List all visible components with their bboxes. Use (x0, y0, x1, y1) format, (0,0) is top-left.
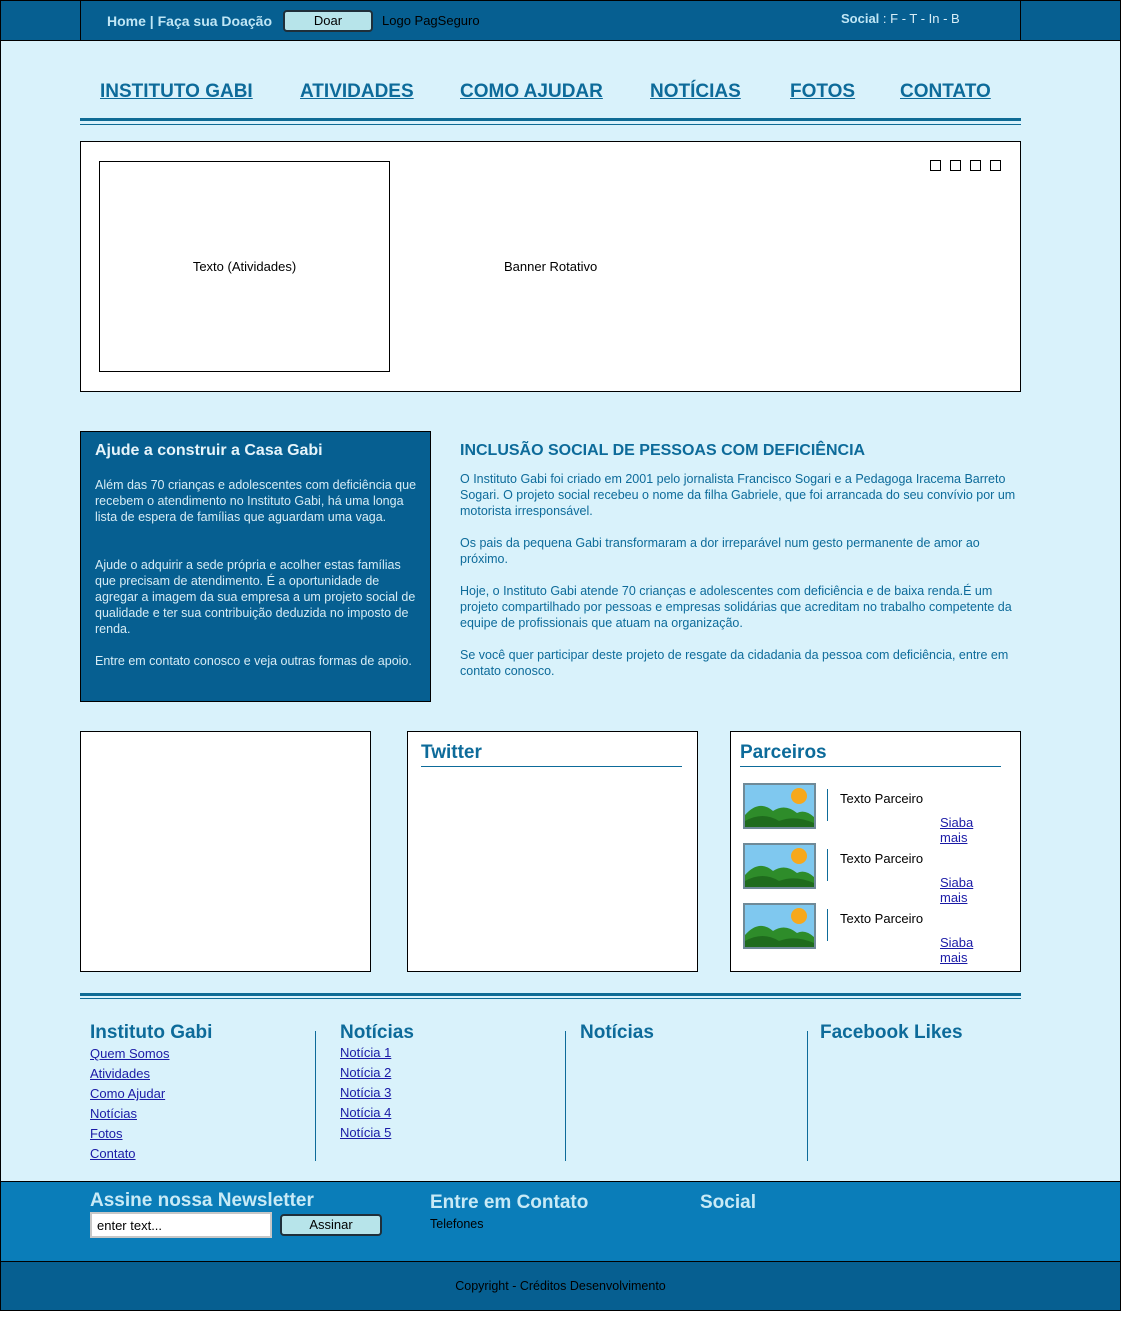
banner-text-box: Texto (Atividades) (99, 161, 390, 372)
partner-more-link[interactable]: Siaba mais (940, 875, 1003, 905)
top-links: Home | Faça sua Doação (107, 13, 272, 29)
partners-box: Parceiros Texto Parceiro Siaba mais Text… (730, 731, 1021, 972)
inclusion-paragraph-2: Os pais da pequena Gabi transformaram a … (460, 536, 980, 566)
empty-box (80, 731, 371, 972)
footer-link-noticias[interactable]: Notícias (90, 1106, 137, 1121)
partner-text: Texto Parceiro (840, 791, 924, 806)
newsletter-subscribe-button[interactable]: Assinar (280, 1214, 382, 1236)
banner-dot-1[interactable] (930, 160, 941, 171)
help-box: Ajude a construir a Casa Gabi Além das 7… (80, 431, 431, 702)
help-title: Ajude a construir a Casa Gabi (95, 442, 323, 459)
footer-divider-thin (80, 998, 1021, 999)
top-links-separator: | (149, 13, 154, 29)
partner-item: Texto Parceiro Siaba mais (743, 903, 1003, 965)
newsletter-bar: Assine nossa Newsletter Assinar Entre em… (1, 1181, 1120, 1261)
partner-separator (827, 789, 828, 821)
footer-divider (80, 993, 1021, 996)
nav-contato[interactable]: CONTATO (900, 81, 991, 103)
rotating-banner: Texto (Atividades) Banner Rotativo (80, 141, 1021, 392)
footer-col-separator (315, 1031, 316, 1161)
banner-dot-2[interactable] (950, 160, 961, 171)
footer-col3-title: Notícias (580, 1022, 654, 1043)
partners-title: Parceiros (740, 742, 827, 763)
twitter-box: Twitter (407, 731, 698, 972)
donate-button[interactable]: Doar (283, 10, 373, 32)
footer-link-quem-somos[interactable]: Quem Somos (90, 1046, 169, 1061)
copyright-text: Copyright - Créditos Desenvolvimento (455, 1279, 666, 1293)
partner-item: Texto Parceiro Siaba mais (743, 843, 1003, 905)
partner-separator (827, 909, 828, 941)
contact-title: Entre em Contato (430, 1192, 589, 1213)
footer-link-contato[interactable]: Contato (90, 1146, 136, 1161)
footer-link-como-ajudar[interactable]: Como Ajudar (90, 1086, 165, 1101)
partner-text: Texto Parceiro (840, 851, 924, 866)
image-placeholder-icon (743, 783, 816, 829)
partner-text: Texto Parceiro (840, 911, 924, 926)
social-footer-title: Social (700, 1192, 756, 1213)
inclusion-title: INCLUSÃO SOCIAL DE PESSOAS COM DEFICIÊNC… (460, 442, 866, 459)
help-paragraph-1: Além das 70 crianças e adolescentes com … (95, 478, 417, 524)
footer-col4-title: Facebook Likes (820, 1022, 963, 1043)
footer-news-link-1[interactable]: Notícia 1 (340, 1045, 391, 1060)
footer-news-link-5[interactable]: Notícia 5 (340, 1125, 391, 1140)
banner-dot-4[interactable] (990, 160, 1001, 171)
footer-news-link-3[interactable]: Notícia 3 (340, 1085, 391, 1100)
banner-label: Banner Rotativo (504, 259, 598, 274)
partners-title-rule (740, 766, 1001, 767)
twitter-title: Twitter (421, 742, 482, 763)
nav-instituto-gabi[interactable]: INSTITUTO GABI (100, 81, 253, 103)
social-top-links[interactable]: : F - T - In - B (883, 11, 960, 26)
footer-link-atividades[interactable]: Atividades (90, 1066, 150, 1081)
footer-news-link-2[interactable]: Notícia 2 (340, 1065, 391, 1080)
image-placeholder-icon (743, 903, 816, 949)
social-top: Social : F - T - In - B (841, 11, 960, 26)
nav-atividades[interactable]: ATIVIDADES (300, 81, 414, 103)
top-bar: Home | Faça sua Doação Doar Logo PagSegu… (1, 1, 1120, 41)
partner-separator (827, 849, 828, 881)
banner-dot-3[interactable] (970, 160, 981, 171)
top-bar-inner: Home | Faça sua Doação Doar Logo PagSegu… (80, 1, 1021, 41)
footer-news-link-4[interactable]: Notícia 4 (340, 1105, 391, 1120)
footer-col-separator (565, 1031, 566, 1161)
donate-link[interactable]: Faça sua Doação (158, 13, 272, 29)
inclusion-paragraph-3: Hoje, o Instituto Gabi atende 70 criança… (460, 584, 1012, 630)
pagseguro-logo: Logo PagSeguro (382, 13, 480, 28)
partner-more-link[interactable]: Siaba mais (940, 815, 1003, 845)
partner-item: Texto Parceiro Siaba mais (743, 783, 1003, 845)
partner-more-link[interactable]: Siaba mais (940, 935, 1003, 965)
nav-como-ajudar[interactable]: COMO AJUDAR (460, 81, 603, 103)
footer-col-separator (807, 1031, 808, 1161)
contact-phones: Telefones (430, 1217, 484, 1231)
main-nav: INSTITUTO GABI ATIVIDADES COMO AJUDAR NO… (80, 79, 1021, 125)
twitter-title-rule (421, 766, 682, 767)
help-paragraph-3: Entre em contato conosco e veja outras f… (95, 654, 412, 668)
copyright-bar: Copyright - Créditos Desenvolvimento (1, 1261, 1120, 1310)
image-placeholder-icon (743, 843, 816, 889)
footer-link-fotos[interactable]: Fotos (90, 1126, 123, 1141)
social-top-label: Social (841, 11, 880, 26)
nav-fotos[interactable]: FOTOS (790, 81, 855, 103)
nav-noticias[interactable]: NOTÍCIAS (650, 81, 741, 103)
newsletter-title: Assine nossa Newsletter (90, 1190, 314, 1211)
inclusion-paragraph-1: O Instituto Gabi foi criado em 2001 pelo… (460, 472, 1016, 518)
home-link[interactable]: Home (107, 13, 146, 29)
footer-col1-title: Instituto Gabi (90, 1022, 213, 1043)
help-paragraph-2: Ajude o adquirir a sede própria e acolhe… (95, 558, 416, 636)
newsletter-email-input[interactable] (90, 1212, 272, 1238)
footer-col2-title: Notícias (340, 1022, 414, 1043)
page: Home | Faça sua Doação Doar Logo PagSegu… (0, 0, 1121, 1311)
inclusion-paragraph-4: Se você quer participar deste projeto de… (460, 648, 1009, 678)
